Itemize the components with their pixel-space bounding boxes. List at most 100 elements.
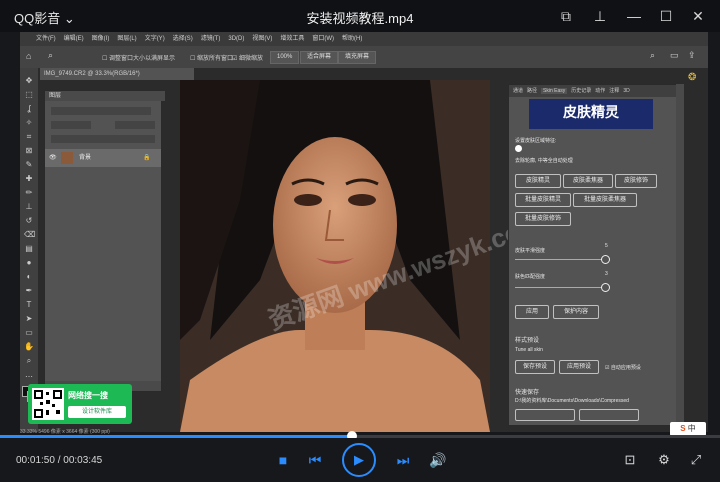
scrubby-zoom-checkbox[interactable]: ☑ 细微缩放	[232, 53, 263, 62]
stamp-tool-icon[interactable]: ⊥	[24, 202, 34, 212]
dodge-tool-icon[interactable]: ◐	[24, 272, 34, 282]
gradient-icon[interactable]: ▤	[24, 244, 34, 254]
share-icon[interactable]: ⇪	[688, 50, 696, 61]
ps-menu-view[interactable]: 视图(V)	[252, 36, 272, 42]
ps-menu-edit[interactable]: 编辑(E)	[64, 36, 84, 42]
skin-easy-button[interactable]: 皮肤精灵	[515, 174, 561, 188]
input-method-badge[interactable]: S 中	[670, 422, 706, 436]
maximize-button[interactable]: ☐	[656, 6, 676, 26]
magic-wand-icon[interactable]: ✧	[24, 118, 34, 128]
qr-pattern-icon	[34, 390, 62, 418]
stop-icon[interactable]: ■	[273, 450, 293, 470]
batch-skin-softener-button[interactable]: 批量皮肤柔焦器	[573, 193, 637, 207]
fullscreen-icon[interactable]: ⤢	[686, 450, 706, 470]
search-icon[interactable]: ⌕	[650, 50, 655, 61]
quick-save-button-1[interactable]	[515, 409, 575, 421]
type-tool-icon[interactable]: T	[24, 300, 34, 310]
tab-3d[interactable]: 3D	[623, 88, 629, 94]
opacity-field[interactable]	[115, 121, 155, 129]
ps-menu-select[interactable]: 选择(S)	[173, 36, 193, 42]
visibility-eye-icon[interactable]: 👁	[49, 149, 57, 167]
tab-channels[interactable]: 通道	[513, 88, 523, 94]
lock-row[interactable]	[51, 135, 155, 143]
video-frame[interactable]: 文件(F) 编辑(E) 图像(I) 图层(L) 文字(Y) 选择(S) 滤镜(T) 3D(D)…	[20, 32, 708, 432]
zoom-all-checkbox[interactable]: ☐ 缩放所有窗口	[190, 53, 233, 62]
tab-skin-easy[interactable]: Skin Easy	[541, 88, 568, 94]
document-tab[interactable]: IMG_9749.CR2 @ 33.3%(RGB/16*)	[40, 68, 194, 80]
layer-filter-field[interactable]	[51, 107, 151, 115]
batch-skin-retouch-button[interactable]: 批量皮肤修饰	[515, 212, 571, 226]
title-bar: QQ影音 ⌄ 安装视频教程.mp4 ⧉ ⊥ — ☐ ✕	[0, 0, 720, 32]
slider2-handle[interactable]	[601, 283, 610, 292]
ps-menu-layer[interactable]: 图层(L)	[117, 36, 136, 42]
close-button[interactable]: ✕	[688, 6, 708, 26]
skin-retouch-button[interactable]: 皮肤修饰	[615, 174, 657, 188]
shape-tool-icon[interactable]: ▭	[24, 328, 34, 338]
blur-tool-icon[interactable]: ●	[24, 258, 34, 268]
play-button[interactable]: ▶	[342, 443, 376, 477]
slider1-handle[interactable]	[601, 255, 610, 264]
save-preset-button[interactable]: 保存预设	[515, 360, 555, 374]
hand-tool-icon[interactable]: ✋	[24, 342, 34, 352]
path-select-icon[interactable]: ➤	[24, 314, 34, 324]
ps-menu-bar: 文件(F) 编辑(E) 图像(I) 图层(L) 文字(Y) 选择(S) 滤镜(T) 3D(D)…	[20, 32, 708, 46]
slider2-track[interactable]	[515, 287, 607, 288]
previous-icon[interactable]: ⏮	[305, 450, 325, 470]
resize-windows-checkbox[interactable]: ☐ 调整窗口大小以满屏显示	[102, 53, 175, 62]
screenshot-tool-icon[interactable]: ⊡	[620, 450, 640, 470]
ps-menu-image[interactable]: 图像(I)	[92, 36, 110, 42]
pin-icon[interactable]: ⊥	[590, 6, 610, 26]
ps-menu-filter[interactable]: 滤镜(T)	[201, 36, 221, 42]
home-icon[interactable]: ⌂	[26, 51, 31, 61]
ps-menu-type[interactable]: 文字(Y)	[145, 36, 165, 42]
eraser-icon[interactable]: ⌫	[24, 230, 35, 240]
slider1-track[interactable]	[515, 259, 607, 260]
skin-color-picker[interactable]	[515, 145, 522, 152]
qr-promo[interactable]: 网络搜一搜 设计软件库	[28, 384, 132, 424]
ps-menu-file[interactable]: 文件(F)	[36, 36, 56, 42]
skin-softener-button[interactable]: 皮肤柔焦器	[563, 174, 613, 188]
tab-actions[interactable]: 动作	[595, 88, 605, 94]
blend-mode-select[interactable]	[51, 121, 91, 129]
lasso-tool-icon[interactable]: ʆ	[24, 104, 34, 114]
zoom-100-button[interactable]: 100%	[270, 51, 300, 64]
quick-save-button-2[interactable]	[579, 409, 639, 421]
tab-paths[interactable]: 路径	[527, 88, 537, 94]
batch-skin-easy-button[interactable]: 批量皮肤精灵	[515, 193, 571, 207]
apply-button[interactable]: 应用	[515, 305, 549, 319]
settings-sliders-icon[interactable]: ⚙	[654, 450, 674, 470]
fit-screen-button[interactable]: 适合屏幕	[300, 51, 339, 64]
pen-tool-icon[interactable]: ✒	[24, 286, 34, 296]
panel-scrollbar[interactable]	[676, 84, 684, 424]
ps-menu-plugins[interactable]: 增效工具	[280, 36, 304, 42]
ps-menu-3d[interactable]: 3D(D)	[228, 36, 244, 42]
zoom-tool-side-icon[interactable]: ⌕	[24, 356, 34, 366]
minimize-button[interactable]: —	[624, 6, 644, 26]
more-tools-icon[interactable]: ⋯	[24, 372, 34, 382]
screenshot-icon[interactable]: ⧉	[556, 6, 576, 26]
move-tool-icon[interactable]: ✥	[24, 76, 34, 86]
protect-content-button[interactable]: 保护内容	[553, 305, 599, 319]
panel-dock-icon[interactable]: ❂	[688, 72, 696, 83]
volume-icon[interactable]: 🔊	[428, 450, 448, 470]
history-brush-icon[interactable]: ↺	[24, 216, 34, 226]
brush-tool-icon[interactable]: ✏	[24, 188, 34, 198]
layer-row-background[interactable]: 👁 背景 🔒	[45, 149, 161, 167]
next-icon[interactable]: ⏭	[393, 450, 413, 470]
qr-code	[32, 388, 64, 420]
ps-options-bar: ⌂ ⌕ ☐ 调整窗口大小以满屏显示 ☐ 缩放所有窗口 ☑ 细微缩放 100% 适…	[20, 46, 708, 68]
auto-apply-checkbox[interactable]: ☑ 自动应用预设	[605, 364, 641, 371]
zoom-tool-icon[interactable]: ⌕	[48, 50, 53, 61]
marquee-tool-icon[interactable]: ⬚	[24, 90, 34, 100]
crop-tool-icon[interactable]: ⌗	[24, 132, 34, 142]
ps-menu-window[interactable]: 窗口(W)	[312, 36, 334, 42]
tab-notes[interactable]: 注释	[609, 88, 619, 94]
healing-brush-icon[interactable]: ✚	[24, 174, 34, 184]
apply-preset-button[interactable]: 应用预设	[559, 360, 599, 374]
workspace-icon[interactable]: ▭	[670, 50, 679, 61]
eyedropper-icon[interactable]: ✎	[24, 160, 34, 170]
frame-tool-icon[interactable]: ⊠	[24, 146, 34, 156]
ps-menu-help[interactable]: 帮助(H)	[342, 36, 362, 42]
tab-history[interactable]: 历史记录	[571, 88, 591, 94]
fill-screen-button[interactable]: 填充屏幕	[338, 51, 377, 64]
